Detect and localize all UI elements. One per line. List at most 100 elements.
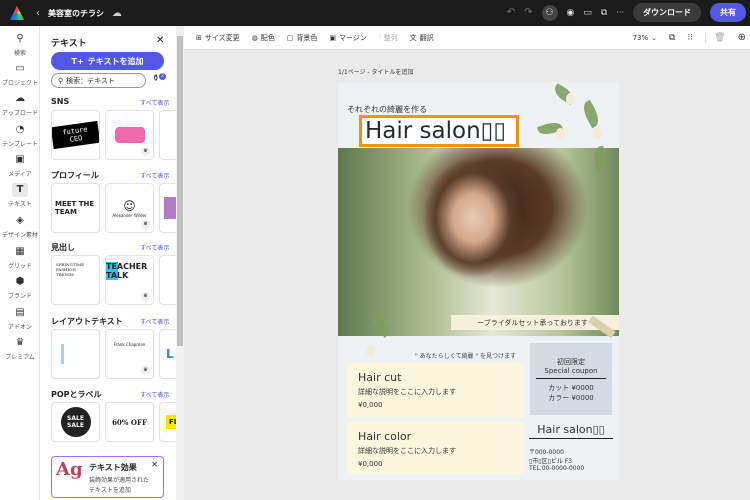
shop-tel[interactable]: TEL.00-0000-0000 <box>529 465 584 472</box>
redo-icon[interactable]: ↷ <box>524 7 532 18</box>
panel-scrollbar[interactable] <box>176 26 184 500</box>
template-card[interactable]: ☺ Alexander Wilder ♛ <box>105 183 154 233</box>
close-icon[interactable]: ✕ <box>156 35 164 46</box>
rail-item-media[interactable]: ▣ メディア <box>0 153 40 178</box>
rail-item-premium[interactable]: ♛ プレミアム <box>0 336 40 361</box>
close-icon[interactable]: ✕ <box>151 460 158 469</box>
download-button[interactable]: ダウンロード <box>633 3 701 22</box>
catch-copy[interactable]: " あなたらしくて綺麗 " を見つけます <box>415 351 516 360</box>
align-button[interactable]: ⫶ 整列 <box>379 33 398 43</box>
rail-item-brand[interactable]: ⬢ ブランド <box>0 275 40 300</box>
add-page-icon[interactable]: ⊕ <box>738 32 746 43</box>
rail-item-grid[interactable]: ▦ グリッド <box>0 245 40 270</box>
color-theme-button[interactable]: ◍ 配色 <box>252 33 275 43</box>
text-effects-promo[interactable]: Ag テキスト効果 装飾効果が適用された テキストを追加 ✕ <box>51 456 164 498</box>
template-card[interactable] <box>159 110 176 160</box>
resize-button[interactable]: ⊞ サイズ変更 <box>196 33 240 43</box>
template-card[interactable]: Frank Chapman ♛ <box>105 329 154 379</box>
editor-toolbar: ⊞ サイズ変更 ◍ 配色 ▢ 背景色 ▣ マージン ⫶ 整列 文翻訳 73% ⌄ ⧉ ⁝⁝ … <box>184 26 750 50</box>
document-title[interactable]: 美容室のチラシ <box>48 8 104 19</box>
template-card[interactable]: SPRINGTIME FASHION TRENDS <box>51 255 100 305</box>
template-card[interactable] <box>159 183 176 233</box>
upload-icon: ☁ <box>15 93 25 104</box>
rail-label: 検索 <box>13 50 26 57</box>
menu-name: Hair color <box>358 430 412 443</box>
page-label[interactable]: 1/1ページ - タイトルを追加 <box>338 67 414 76</box>
template-card[interactable]: 60% OFF <box>105 402 154 442</box>
cloud-icon[interactable]: ☁ <box>112 8 122 19</box>
shop-zip[interactable]: 〒000-0000 <box>529 447 564 456</box>
template-card[interactable]: ♛ <box>105 110 154 160</box>
rail-item-projects[interactable]: ▭ プロジェクト <box>0 62 40 87</box>
show-all-link[interactable]: すべて表示 <box>140 171 169 180</box>
adobe-express-logo[interactable] <box>10 6 24 20</box>
pages-icon[interactable]: ⧉ <box>669 33 675 43</box>
template-card[interactable]: SALE SALE <box>51 402 100 442</box>
comment-icon[interactable]: ▭ <box>583 8 592 18</box>
card-text: future CEO <box>52 120 99 150</box>
section-label-layout-text: レイアウトテキスト <box>51 317 123 326</box>
template-card[interactable] <box>159 255 176 305</box>
salon-photo[interactable] <box>338 148 619 336</box>
card-thumbnail <box>163 197 176 219</box>
add-text-button[interactable]: T+ テキストを追加 <box>51 52 164 70</box>
coupon-line: カット ¥0000 <box>548 384 594 392</box>
search-input[interactable]: ⚲ 検索：テキスト <box>51 73 146 88</box>
lightbulb-icon[interactable]: ◉ <box>567 8 575 18</box>
template-card[interactable]: TEACHER TALK ♛ <box>105 255 154 305</box>
rail-item-upload[interactable]: ☁ アップロード <box>0 92 40 117</box>
rail-label: テキスト <box>8 201 32 208</box>
tool-label: 背景色 <box>296 33 318 42</box>
shop-name[interactable]: Hair salon▯▯ <box>529 423 613 439</box>
text-panel: テキスト ✕ T+ テキストを追加 ⚲ 検索：テキスト ⚱ 2 SNS すべて表示 … <box>40 26 176 500</box>
share-link-icon[interactable]: ⧉ <box>601 8 607 18</box>
translate-button[interactable]: 文翻訳 <box>410 33 434 43</box>
zoom-dropdown[interactable]: 73% ⌄ <box>633 34 657 42</box>
rail-item-search[interactable]: ⚲ 検索 <box>0 32 40 57</box>
addon-icon: ▤ <box>15 307 25 318</box>
show-all-link[interactable]: すべて表示 <box>140 243 169 252</box>
face-illustration-icon: ☺ <box>123 198 136 213</box>
card-text: L <box>166 347 174 361</box>
show-all-link[interactable]: すべて表示 <box>140 390 169 399</box>
section-label-sns: SNS <box>51 97 70 106</box>
template-card[interactable]: future CEO <box>51 110 100 160</box>
shop-address[interactable]: ▯市▯区▯ビル F3 <box>529 456 572 465</box>
back-chevron-icon[interactable]: ‹ <box>36 8 40 19</box>
premium-crown-icon: ♛ <box>141 292 150 301</box>
rail-item-text[interactable]: T テキスト <box>0 183 40 208</box>
rail-label: テンプレート <box>2 141 38 148</box>
template-card[interactable] <box>51 329 100 379</box>
flower-decoration <box>556 128 565 139</box>
undo-icon[interactable]: ↶ <box>507 7 515 18</box>
rail-label: アドオン <box>7 324 32 331</box>
flyer-page[interactable]: それぞれの綺麗を作る Hair salon▯▯ ーブライダルセット承っております… <box>338 83 619 480</box>
template-card[interactable]: L <box>159 329 176 379</box>
template-icon: ◔ <box>15 124 25 135</box>
margin-button[interactable]: ▣ マージン <box>329 33 367 43</box>
layers-icon[interactable]: ⁝⁝ <box>687 33 693 43</box>
card-text: 60% OFF <box>112 417 147 427</box>
invite-user-icon[interactable]: ⚇ <box>541 4 558 21</box>
flyer-tagline[interactable]: それぞれの綺麗を作る <box>347 104 427 115</box>
rail-item-templates[interactable]: ◔ テンプレート <box>0 123 40 148</box>
media-icon: ▣ <box>15 154 25 165</box>
coupon-box[interactable]: 初回限定 Special coupon カット ¥0000 カラー ¥0000 <box>530 343 612 415</box>
align-icon: ⫶ <box>378 33 381 41</box>
rail-item-design-assets[interactable]: ◈ デザイン素材 <box>0 214 40 239</box>
show-all-link[interactable]: すべて表示 <box>140 317 169 326</box>
share-button[interactable]: 共有 <box>710 3 746 22</box>
template-card[interactable]: FLA <box>159 402 176 442</box>
show-all-link[interactable]: すべて表示 <box>140 98 169 107</box>
menu-item-haircut[interactable]: Hair cut 詳細な説明をここに入力します ¥0,000 <box>347 363 524 417</box>
background-color-button[interactable]: ▢ 背景色 <box>287 33 318 43</box>
template-card[interactable]: MEET THE TEAM <box>51 183 100 233</box>
coupon-title: 初回限定 <box>557 358 585 366</box>
scrollbar-thumb[interactable] <box>177 36 183 346</box>
rail-item-addons[interactable]: ▤ アドオン <box>0 306 40 331</box>
more-icon[interactable]: ··· <box>616 8 624 17</box>
trash-icon[interactable]: 🗑 <box>705 32 726 43</box>
menu-item-haircolor[interactable]: Hair color 詳細な説明をここに入力します ¥0,000 <box>347 422 524 474</box>
flyer-title-selected[interactable]: Hair salon▯▯ <box>359 115 519 147</box>
tool-label: サイズ変更 <box>204 33 240 42</box>
